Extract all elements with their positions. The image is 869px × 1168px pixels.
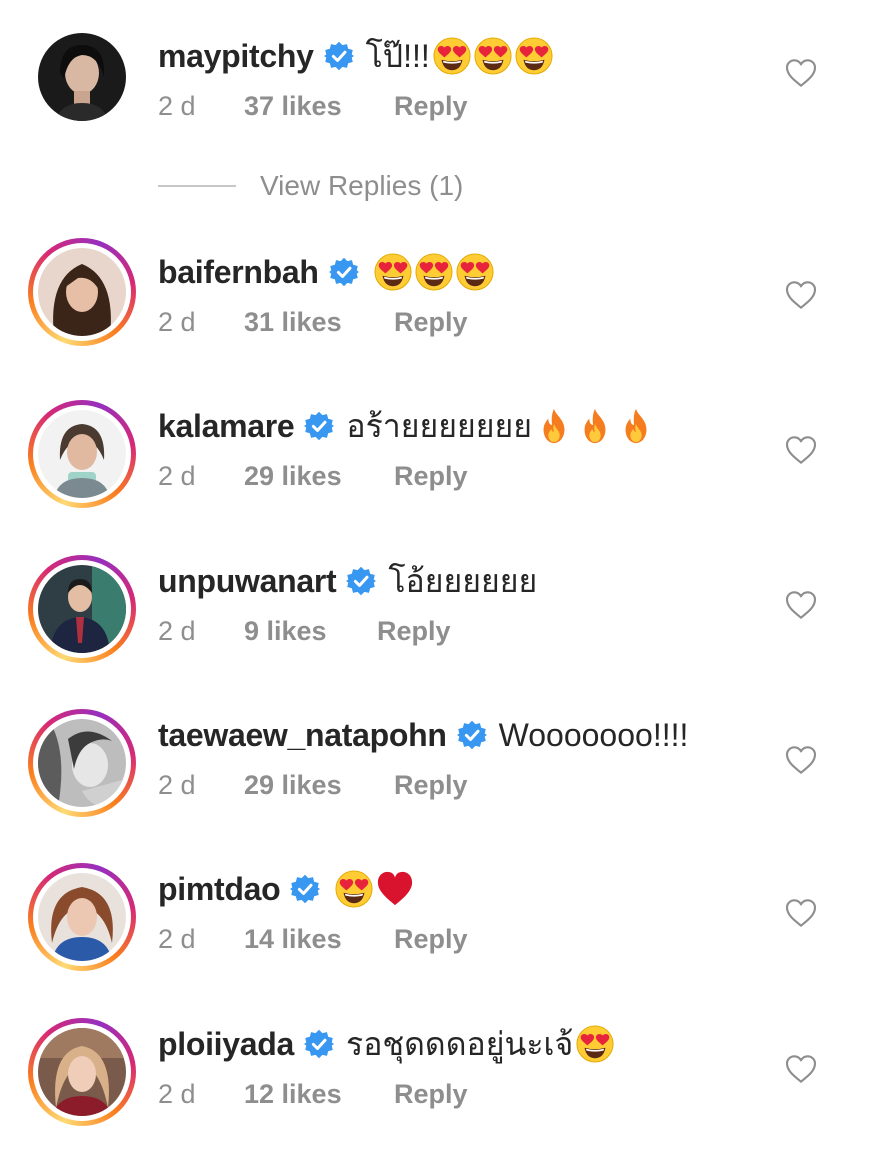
username-link[interactable]: maypitchy xyxy=(158,38,314,75)
comment-item: ploiiyada รอชุดดดอยู่นะเจ้ 2 d 12 likes … xyxy=(0,1018,869,1168)
comment-meta: 2 d 29 likes Reply xyxy=(158,458,468,494)
likes-count[interactable]: 37 likes xyxy=(244,91,394,122)
comment-line: taewaew_natapohn Wooooooo!!!! xyxy=(158,709,688,761)
likes-count[interactable]: 12 likes xyxy=(244,1079,394,1110)
verified-badge-icon xyxy=(324,41,354,71)
verified-badge-icon xyxy=(346,566,376,596)
avatar[interactable] xyxy=(28,555,136,663)
avatar-photo xyxy=(38,33,126,121)
verified-badge-icon xyxy=(457,720,487,750)
avatar[interactable] xyxy=(28,1018,136,1126)
fire-emoji-icon xyxy=(535,407,573,445)
avatar-photo xyxy=(38,719,126,807)
comment-line: unpuwanart โอ้ยยยยยย xyxy=(158,555,537,607)
avatar[interactable] xyxy=(28,28,136,136)
comment-meta: 2 d 9 likes Reply xyxy=(158,613,451,649)
like-heart-icon[interactable] xyxy=(785,745,817,775)
like-heart-icon[interactable] xyxy=(785,280,817,310)
comment-text: โป๊!!! xyxy=(365,37,430,74)
avatar[interactable] xyxy=(28,863,136,971)
fire-emoji-icon xyxy=(576,407,614,445)
reply-button[interactable]: Reply xyxy=(394,91,468,122)
likes-count[interactable]: 14 likes xyxy=(244,924,394,955)
likes-count[interactable]: 29 likes xyxy=(244,461,394,492)
comment-line: kalamare อร้ายยยยยยย xyxy=(158,400,655,452)
reply-button[interactable]: Reply xyxy=(394,924,468,955)
like-heart-icon[interactable] xyxy=(785,58,817,88)
like-heart-icon[interactable] xyxy=(785,1054,817,1084)
like-heart-icon[interactable] xyxy=(785,590,817,620)
heart-eyes-emoji-icon xyxy=(515,37,553,75)
username-link[interactable]: kalamare xyxy=(158,408,295,445)
comment-line: maypitchy โป๊!!! xyxy=(158,30,553,82)
comment-line: baifernbah xyxy=(158,246,494,298)
comment-text: รอชุดดดอยู่นะเจ้ xyxy=(346,1025,574,1062)
comment-item: taewaew_natapohn Wooooooo!!!! 2 d 29 lik… xyxy=(0,709,869,859)
avatar[interactable] xyxy=(28,400,136,508)
reply-button[interactable]: Reply xyxy=(377,616,451,647)
comment-meta: 2 d 12 likes Reply xyxy=(158,1076,468,1112)
comment-time: 2 d xyxy=(158,615,196,646)
comment-text: โอ้ยยยยยย xyxy=(388,562,538,599)
username-link[interactable]: pimtdao xyxy=(158,871,281,908)
comment-meta: 2 d 37 likes Reply xyxy=(158,88,468,124)
red-heart-emoji-icon xyxy=(376,870,414,908)
reply-button[interactable]: Reply xyxy=(394,1079,468,1110)
reply-button[interactable]: Reply xyxy=(394,461,468,492)
username-link[interactable]: baifernbah xyxy=(158,254,319,291)
comment-line: pimtdao xyxy=(158,863,414,915)
view-replies-label[interactable]: View Replies (1) xyxy=(260,170,463,202)
avatar-photo xyxy=(38,565,126,653)
comment-time: 2 d xyxy=(158,306,196,337)
heart-eyes-emoji-icon xyxy=(415,253,453,291)
verified-badge-icon xyxy=(304,411,334,441)
reply-button[interactable]: Reply xyxy=(394,770,468,801)
comment-time: 2 d xyxy=(158,1078,196,1109)
comment-meta: 2 d 31 likes Reply xyxy=(158,304,468,340)
username-link[interactable]: unpuwanart xyxy=(158,563,337,600)
view-replies-toggle[interactable]: View Replies (1) xyxy=(158,168,463,204)
heart-eyes-emoji-icon xyxy=(576,1025,614,1063)
comment-time: 2 d xyxy=(158,923,196,954)
avatar[interactable] xyxy=(28,709,136,817)
comment-text: Wooooooo!!!! xyxy=(498,716,689,753)
comment-item: baifernbah 2 d 31 likes Reply xyxy=(0,238,869,396)
heart-eyes-emoji-icon xyxy=(456,253,494,291)
comment-item: unpuwanart โอ้ยยยยยย 2 d 9 likes Reply xyxy=(0,555,869,705)
reply-button[interactable]: Reply xyxy=(394,307,468,338)
verified-badge-icon xyxy=(290,874,320,904)
heart-eyes-emoji-icon xyxy=(433,37,471,75)
likes-count[interactable]: 31 likes xyxy=(244,307,394,338)
avatar-photo xyxy=(38,248,126,336)
replies-divider xyxy=(158,185,236,187)
comment-item: maypitchy โป๊!!! 2 d 37 likes Reply xyxy=(0,30,869,180)
heart-eyes-emoji-icon xyxy=(374,253,412,291)
heart-eyes-emoji-icon xyxy=(335,870,373,908)
comment-meta: 2 d 29 likes Reply xyxy=(158,767,468,803)
comment-time: 2 d xyxy=(158,769,196,800)
username-link[interactable]: ploiiyada xyxy=(158,1026,294,1063)
verified-badge-icon xyxy=(329,257,359,287)
comment-item: kalamare อร้ายยยยยยย 2 d 29 likes Reply xyxy=(0,400,869,550)
like-heart-icon[interactable] xyxy=(785,435,817,465)
comment-time: 2 d xyxy=(158,460,196,491)
verified-badge-icon xyxy=(304,1029,334,1059)
avatar-photo xyxy=(38,873,126,961)
heart-eyes-emoji-icon xyxy=(474,37,512,75)
comment-time: 2 d xyxy=(158,90,196,121)
comment-item: pimtdao 2 d 14 likes Reply xyxy=(0,863,869,1013)
avatar-photo xyxy=(38,410,126,498)
username-link[interactable]: taewaew_natapohn xyxy=(158,717,447,754)
like-heart-icon[interactable] xyxy=(785,898,817,928)
avatar[interactable] xyxy=(28,238,136,346)
avatar-photo xyxy=(38,1028,126,1116)
comment-text: อร้ายยยยยยย xyxy=(346,407,533,444)
likes-count[interactable]: 9 likes xyxy=(244,616,377,647)
fire-emoji-icon xyxy=(617,407,655,445)
comment-meta: 2 d 14 likes Reply xyxy=(158,921,468,957)
likes-count[interactable]: 29 likes xyxy=(244,770,394,801)
comment-line: ploiiyada รอชุดดดอยู่นะเจ้ xyxy=(158,1018,614,1070)
